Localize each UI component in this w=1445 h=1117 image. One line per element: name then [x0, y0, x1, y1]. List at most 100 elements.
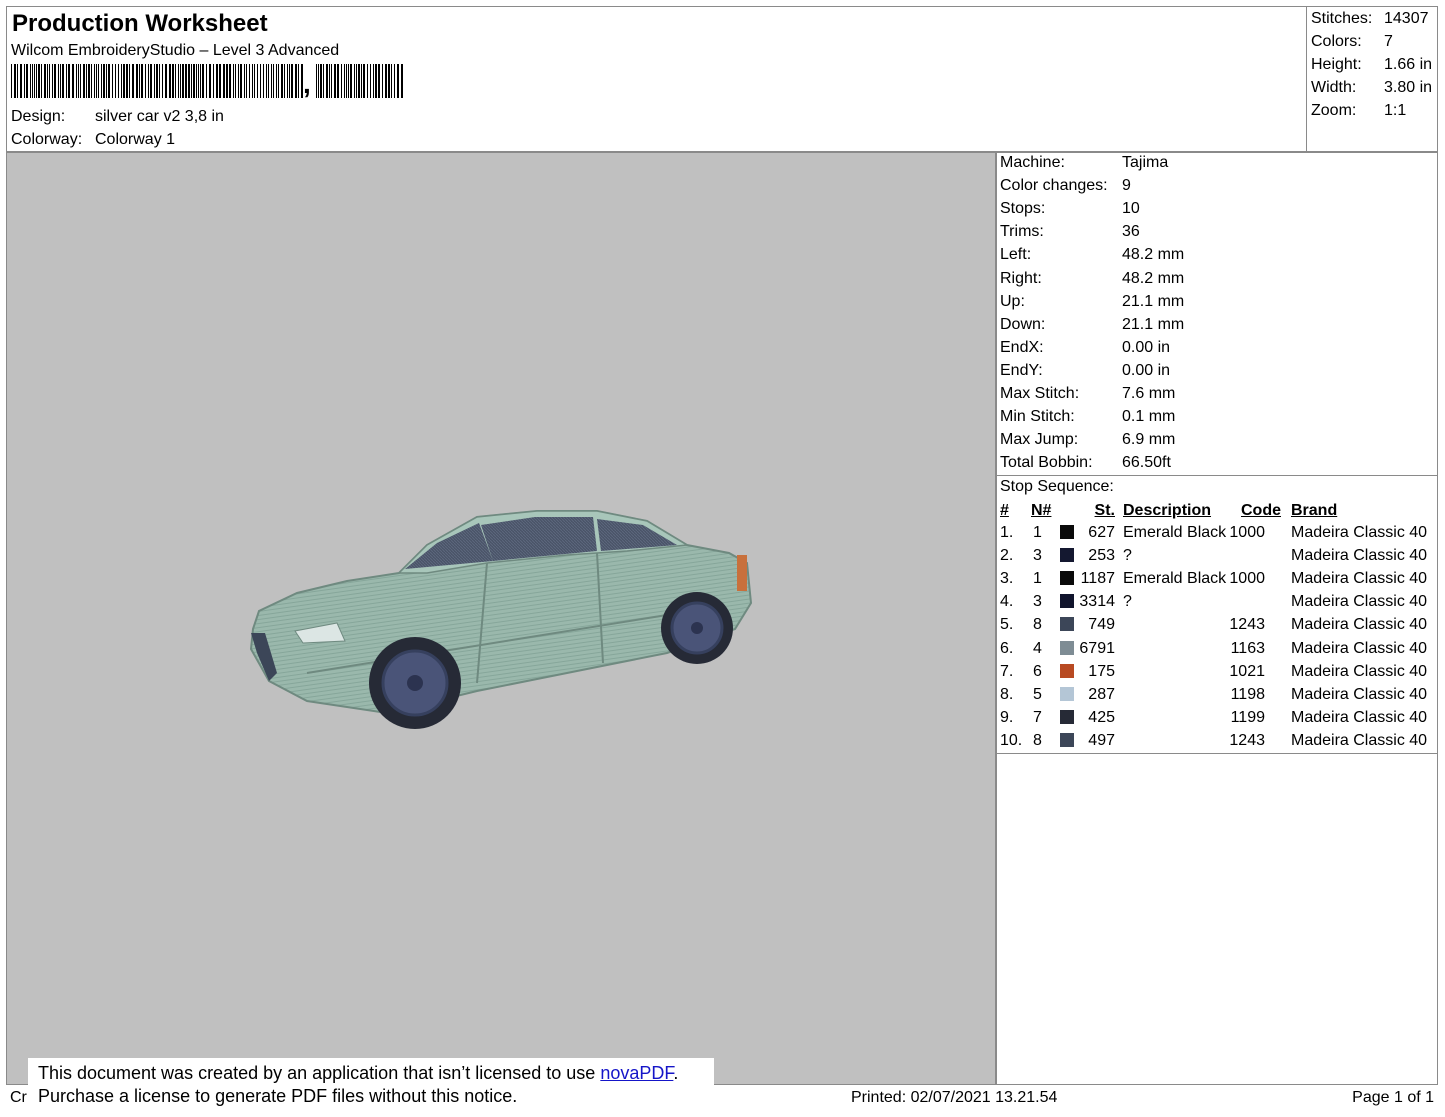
- page-title: Production Worksheet: [12, 10, 268, 37]
- sequence-brand: Madeira Classic 40: [1291, 685, 1428, 703]
- barcode-bar: [132, 64, 134, 98]
- barcode-bar: [252, 64, 253, 98]
- sequence-stitches: 749: [1088, 616, 1115, 634]
- barcode-bar: [139, 64, 140, 98]
- barcode-bar: [52, 64, 53, 98]
- summary-value: 7: [1384, 33, 1393, 50]
- sequence-index: 1.: [1000, 524, 1014, 541]
- barcode-bar: [370, 64, 371, 98]
- barcode-bar: [38, 64, 40, 98]
- barcode-bar: [17, 64, 18, 98]
- machine-info-value: 21.1 mm: [1122, 292, 1185, 310]
- barcode-bar: [233, 64, 234, 98]
- summary-value: 14307: [1384, 10, 1429, 27]
- barcode-bar: [178, 64, 179, 98]
- barcode-bar: [278, 64, 279, 98]
- barcode-bar: [289, 64, 290, 98]
- barcode: [11, 64, 403, 98]
- barcode-bar: [86, 64, 87, 98]
- page-number: Page 1 of 1: [1352, 1089, 1434, 1106]
- sequence-index: 5.: [1000, 616, 1014, 634]
- machine-info-value: 66.50ft: [1122, 454, 1171, 472]
- sequence-description: Emerald Black: [1123, 524, 1227, 541]
- barcode-bar: [118, 64, 119, 98]
- barcode-bar: [394, 64, 395, 98]
- sequence-needle: 1: [1033, 524, 1042, 541]
- color-swatch: [1060, 732, 1074, 747]
- barcode-bar: [257, 64, 258, 98]
- barcode-bar: [172, 64, 174, 98]
- machine-info-panel: Machine: Tajima Color changes: 9 Stops: 10 Tri…: [996, 152, 1438, 1085]
- summary-value: 3.80 in: [1384, 79, 1433, 96]
- barcode-bar: [281, 64, 283, 98]
- novapdf-link[interactable]: novaPDF: [600, 1063, 673, 1083]
- barcode-bar: [326, 64, 328, 98]
- machine-info-label: EndX:: [1000, 338, 1044, 356]
- barcode-bar: [240, 64, 242, 98]
- barcode-bar: [260, 64, 261, 98]
- color-swatch: [1060, 640, 1074, 655]
- barcode-bar: [235, 64, 236, 98]
- barcode-bar: [287, 64, 288, 98]
- barcode-bar: [191, 64, 192, 98]
- barcode-bar: [334, 64, 336, 98]
- sequence-index: 3.: [1000, 570, 1014, 588]
- sequence-stitches: 497: [1088, 731, 1115, 749]
- machine-info-label: Max Jump:: [1000, 431, 1079, 449]
- barcode-bar: [196, 64, 197, 98]
- column-header-description: Description: [1123, 502, 1212, 519]
- barcode-bar: [106, 64, 107, 98]
- barcode-bar: [363, 64, 365, 98]
- barcode-bar: [266, 64, 267, 98]
- barcode-bar: [62, 64, 64, 98]
- barcode-bar: [78, 64, 79, 98]
- machine-info-value: 6.9 mm: [1122, 431, 1176, 449]
- sequence-needle: 1: [1033, 570, 1042, 588]
- summary-label: Colors:: [1311, 33, 1362, 50]
- barcode-bar: [378, 64, 380, 98]
- barcode-bar: [385, 64, 387, 98]
- machine-info-label: Total Bobbin:: [1000, 454, 1093, 472]
- barcode-bar: [121, 64, 122, 98]
- barcode-bar: [188, 64, 190, 98]
- machine-info-label: Max Stitch:: [1000, 385, 1080, 402]
- barcode-bar: [145, 64, 146, 98]
- barcode-bar: [32, 64, 33, 98]
- sequence-code: 1163: [1230, 639, 1265, 657]
- notice-line-2: Purchase a license to generate PDF files…: [38, 1086, 518, 1106]
- sequence-code: 1000: [1229, 524, 1265, 541]
- machine-info-label: Min Stitch:: [1000, 408, 1075, 426]
- design-label: Design:: [11, 108, 66, 125]
- machine-info-label: EndY:: [1000, 361, 1043, 379]
- barcode-bar: [249, 64, 250, 98]
- notice-line-1: This document was created by an applicat…: [38, 1062, 678, 1084]
- barcode-bar: [346, 64, 347, 98]
- barcode-bar: [80, 64, 81, 98]
- barcode-bar: [361, 64, 362, 98]
- barcode-bar: [30, 64, 31, 98]
- sequence-description: ?: [1123, 593, 1132, 611]
- barcode-bar: [295, 64, 297, 98]
- barcode-bar: [126, 64, 128, 98]
- barcode-bar: [350, 64, 352, 98]
- barcode-bar: [202, 64, 204, 98]
- sequence-needle: 3: [1033, 547, 1042, 565]
- sequence-index: 2.: [1000, 547, 1014, 565]
- machine-info-value: 0.1 mm: [1122, 408, 1176, 426]
- summary-label: Height:: [1311, 56, 1362, 73]
- barcode-bar: [58, 64, 59, 98]
- barcode-bar: [209, 64, 211, 98]
- sequence-brand: Madeira Classic 40: [1291, 593, 1428, 611]
- sequence-brand: Madeira Classic 40: [1291, 547, 1428, 565]
- machine-info-label: Machine:: [1000, 154, 1065, 171]
- barcode-bar: [219, 64, 221, 98]
- barcode-bar: [123, 64, 125, 98]
- barcode-bar: [375, 64, 377, 98]
- sequence-code: 1199: [1230, 708, 1265, 726]
- barcode-bar: [150, 64, 152, 98]
- sequence-code: 1198: [1230, 685, 1265, 703]
- machine-info-value: 36: [1122, 223, 1140, 241]
- barcode-bar: [103, 64, 105, 98]
- sequence-needle: 3: [1033, 593, 1042, 611]
- barcode-bar: [185, 64, 187, 98]
